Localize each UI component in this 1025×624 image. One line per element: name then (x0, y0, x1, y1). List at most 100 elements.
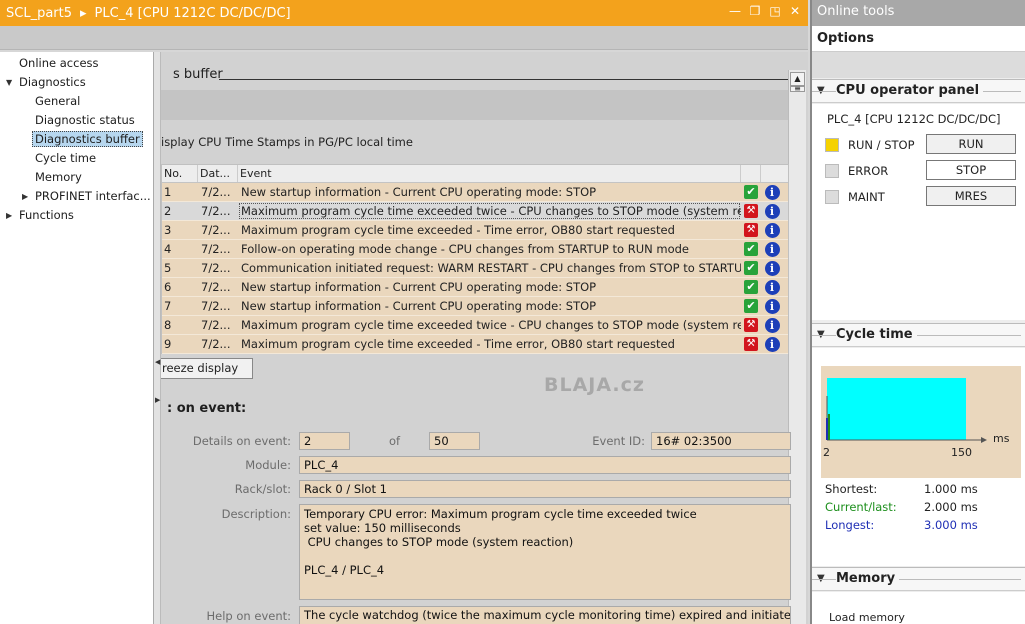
cell-info[interactable]: i (761, 259, 783, 277)
nav-item-general[interactable]: General (0, 92, 153, 111)
module-label: Module: (245, 458, 291, 472)
cell-event: New startup information - Current CPU op… (241, 185, 597, 199)
axis-max-label: 150 (951, 446, 972, 459)
details-section-title: : on event: (167, 401, 247, 416)
info-banner (161, 90, 788, 120)
column-header-no[interactable]: No. (162, 165, 198, 182)
table-row[interactable]: 2 7/2... Maximum program cycle time exceed… (162, 202, 788, 221)
cycle-time-header[interactable]: ▼ Cycle time (812, 323, 1025, 347)
cell-status: ⚒ (741, 316, 761, 334)
cell-no: 6 (164, 280, 172, 294)
table-row[interactable]: 4 7/2... Follow-on operating mode change -… (162, 240, 788, 259)
cell-date: 7/2... (201, 185, 231, 199)
table-row[interactable]: 3 7/2... Maximum program cycle time exceed… (162, 221, 788, 240)
minimize-icon[interactable]: — (728, 4, 742, 18)
nav-item-diagnostics-buffer[interactable]: Diagnostics buffer (0, 130, 153, 149)
info-icon[interactable]: i (764, 298, 780, 314)
checkmark-icon: ✔ (744, 242, 758, 256)
events-table: No. Dat... Event 1 7/2... New startup info… (161, 164, 789, 354)
cell-info[interactable]: i (761, 297, 783, 315)
table-row[interactable]: 6 7/2... New startup information - Current… (162, 278, 788, 297)
nav-item-memory[interactable]: Memory (0, 168, 153, 187)
table-row[interactable]: 1 7/2... New startup information - Current… (162, 183, 788, 202)
column-header-info (761, 165, 783, 182)
info-icon[interactable]: i (764, 241, 780, 257)
project-name: SCL_part5 (6, 5, 73, 21)
table-row[interactable]: 5 7/2... Communication initiated request: … (162, 259, 788, 278)
column-header-date[interactable]: Dat... (198, 165, 238, 182)
freeze-display-button[interactable]: reeze display (161, 358, 253, 379)
cell-no: 9 (164, 337, 172, 351)
current-last-label: Current/last: (825, 500, 897, 514)
cell-no: 7 (164, 299, 172, 313)
online-tools-panel: Online tools Options ▼ CPU operator pane… (810, 0, 1025, 624)
wrench-error-icon: ⚒ (744, 318, 758, 332)
cell-status: ✔ (741, 297, 761, 315)
cell-info[interactable]: i (761, 335, 783, 353)
run-button[interactable]: RUN (926, 134, 1016, 154)
wrench-error-icon: ⚒ (744, 204, 758, 218)
nav-item-functions[interactable]: ▶ Functions (0, 206, 153, 225)
table-row[interactable]: 7 7/2... New startup information - Current… (162, 297, 788, 316)
cell-date: 7/2... (201, 280, 231, 294)
nav-item-profinet[interactable]: ▶ PROFINET interfac... (0, 187, 153, 206)
online-tools-title: Online tools (812, 0, 1025, 26)
expand-arrow-icon[interactable]: ▼ (6, 73, 12, 92)
expand-arrow-icon[interactable]: ▶ (22, 187, 28, 206)
cell-event: Maximum program cycle time exceeded twic… (238, 202, 741, 220)
nav-item-online-access[interactable]: Online access (0, 54, 153, 73)
local-time-checkbox-label[interactable]: isplay CPU Time Stamps in PG/PC local ti… (161, 135, 413, 149)
info-icon[interactable]: i (764, 222, 780, 238)
collapse-arrow-icon[interactable]: ◀ (155, 358, 160, 366)
nav-item-cycle-time[interactable]: Cycle time (0, 149, 153, 168)
details-on-event-field[interactable]: 2 (299, 432, 350, 450)
cell-date: 7/2... (201, 261, 231, 275)
info-icon[interactable]: i (764, 336, 780, 352)
maint-led (825, 190, 839, 204)
error-label: ERROR (848, 164, 889, 178)
info-icon[interactable]: i (764, 260, 780, 276)
wrench-error-icon: ⚒ (744, 223, 758, 237)
info-icon[interactable]: i (764, 184, 780, 200)
checkmark-icon: ✔ (744, 185, 758, 199)
nav-item-diagnostics[interactable]: ▼ Diagnostics (0, 73, 153, 92)
column-header-event[interactable]: Event (238, 165, 741, 182)
rack-slot-label: Rack/slot: (234, 482, 291, 496)
nav-tree: Online access ▼ Diagnostics General Diagn… (0, 52, 154, 624)
cpu-operator-panel-header[interactable]: ▼ CPU operator panel (812, 79, 1025, 103)
scroll-thumb[interactable]: ≡ (790, 85, 805, 93)
info-icon[interactable]: i (764, 203, 780, 219)
cell-info[interactable]: i (761, 316, 783, 334)
cell-info[interactable]: i (761, 240, 783, 258)
nav-item-diagnostic-status[interactable]: Diagnostic status (0, 111, 153, 130)
mres-button[interactable]: MRES (926, 186, 1016, 206)
info-icon[interactable]: i (764, 317, 780, 333)
table-row[interactable]: 8 7/2... Maximum program cycle time exceed… (162, 316, 788, 335)
run-stop-led (825, 138, 839, 152)
memory-header[interactable]: ▼ Memory (812, 567, 1025, 591)
cell-status: ✔ (741, 278, 761, 296)
cycle-time-bar (827, 378, 966, 440)
options-header[interactable]: Options (812, 26, 1025, 52)
expand-arrow-icon[interactable]: ▶ (155, 396, 160, 404)
maint-label: MAINT (848, 190, 885, 204)
cell-event: Maximum program cycle time exceeded - Ti… (241, 337, 675, 351)
close-icon[interactable]: ✕ (788, 4, 802, 18)
expand-arrow-icon[interactable]: ▶ (6, 206, 12, 225)
cell-date: 7/2... (201, 204, 231, 218)
cell-info[interactable]: i (761, 202, 783, 220)
column-header-status (741, 165, 761, 182)
restore-icon[interactable]: ❐ (748, 4, 762, 18)
cell-info[interactable]: i (761, 221, 783, 239)
shortest-label: Shortest: (825, 482, 878, 496)
stop-button[interactable]: STOP (926, 160, 1016, 180)
cell-status: ✔ (741, 259, 761, 277)
float-icon[interactable]: ◳ (768, 4, 782, 18)
cell-status: ⚒ (741, 335, 761, 353)
cell-info[interactable]: i (761, 278, 783, 296)
cell-info[interactable]: i (761, 183, 783, 201)
info-icon[interactable]: i (764, 279, 780, 295)
nav-splitter[interactable]: ◀ ▶ (154, 52, 161, 624)
title-bar: SCL_part5 ▸ PLC_4 [CPU 1212C DC/DC/DC] —… (0, 0, 808, 26)
table-row[interactable]: 9 7/2... Maximum program cycle time exceed… (162, 335, 788, 354)
